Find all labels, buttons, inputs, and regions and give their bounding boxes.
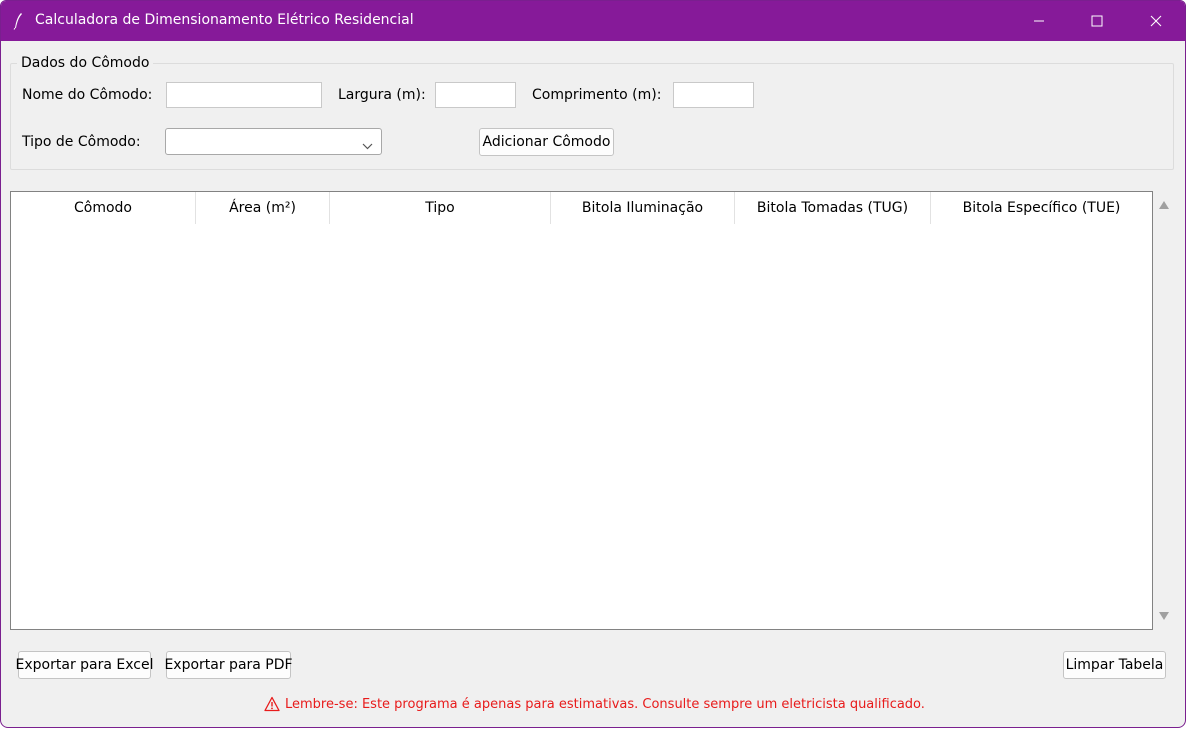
close-button[interactable] (1127, 1, 1185, 41)
window-title: Calculadora de Dimensionamento Elétrico … (35, 12, 414, 28)
maximize-icon (1091, 15, 1103, 27)
warning-text: Lembre-se: Este programa é apenas para e… (285, 696, 925, 712)
rooms-table[interactable]: Cômodo Área (m²) Tipo Bitola Iluminação … (10, 191, 1153, 630)
export-pdf-button[interactable]: Exportar para PDF (164, 651, 293, 679)
column-header-type[interactable]: Tipo (330, 192, 551, 224)
column-header-lighting-gauge[interactable]: Bitola Iluminação (551, 192, 735, 224)
clear-table-button[interactable]: Limpar Tabela (1063, 651, 1166, 679)
width-label: Largura (m): (338, 87, 426, 103)
minimize-button[interactable] (1010, 1, 1068, 41)
column-header-area[interactable]: Área (m²) (196, 192, 330, 224)
room-name-label: Nome do Cômodo: (22, 87, 153, 103)
room-data-group-title: Dados do Cômodo (17, 55, 154, 71)
export-excel-button[interactable]: Exportar para Excel (16, 651, 153, 679)
column-header-room[interactable]: Cômodo (11, 192, 196, 224)
table-scrollbar[interactable] (1154, 191, 1174, 630)
minimize-icon (1033, 15, 1045, 27)
length-label: Comprimento (m): (532, 87, 662, 103)
scroll-down-arrow-icon[interactable] (1159, 608, 1169, 624)
table-header: Cômodo Área (m²) Tipo Bitola Iluminação … (11, 192, 1152, 224)
length-input[interactable] (673, 82, 754, 108)
warning-message: Lembre-se: Este programa é apenas para e… (264, 696, 925, 712)
add-room-button[interactable]: Adicionar Cômodo (479, 128, 614, 156)
room-name-input[interactable] (166, 82, 322, 108)
room-type-combobox[interactable] (165, 128, 382, 155)
app-window: Calculadora de Dimensionamento Elétrico … (0, 0, 1186, 728)
warning-icon (264, 696, 280, 712)
column-header-outlet-gauge[interactable]: Bitola Tomadas (TUG) (735, 192, 931, 224)
title-bar[interactable]: Calculadora de Dimensionamento Elétrico … (1, 1, 1185, 41)
column-header-specific-gauge[interactable]: Bitola Específico (TUE) (931, 192, 1152, 224)
maximize-button[interactable] (1068, 1, 1126, 41)
close-icon (1150, 15, 1162, 27)
feather-icon (13, 12, 23, 30)
scroll-up-arrow-icon[interactable] (1159, 197, 1169, 213)
room-type-label: Tipo de Cômodo: (22, 134, 141, 150)
width-input[interactable] (435, 82, 516, 108)
chevron-down-icon (362, 138, 373, 154)
